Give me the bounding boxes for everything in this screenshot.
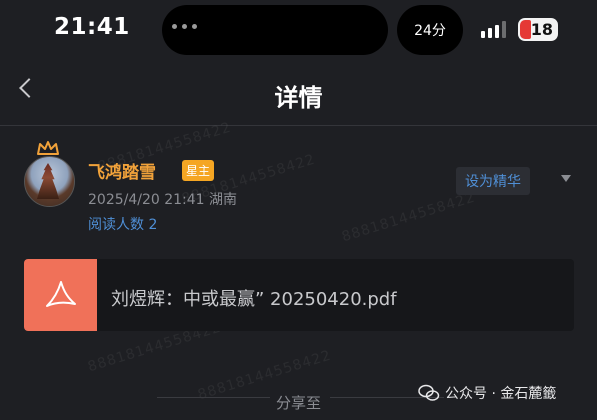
- more-dropdown-icon[interactable]: [561, 175, 571, 182]
- battery-level: 18: [530, 20, 553, 39]
- role-badge: 星主: [182, 160, 215, 181]
- source-label: 公众号 · 金石麓籤: [445, 386, 557, 402]
- post-meta: 2025/4/20 21:41 湖南: [88, 192, 238, 208]
- author-name[interactable]: 飞鸿踏雪: [88, 158, 156, 183]
- signal-icon: [481, 21, 506, 38]
- read-count[interactable]: 阅读人数 2: [88, 214, 157, 234]
- wechat-source-watermark: 公众号 · 金石麓籤: [418, 383, 556, 403]
- status-time: 21:41: [54, 14, 130, 40]
- dynamic-island: [162, 5, 388, 55]
- attachment-file-name[interactable]: 刘煜辉：中或最赢” 20250420.pdf: [111, 285, 397, 311]
- timer-pill: 24分: [397, 5, 463, 55]
- header-divider: [0, 125, 597, 126]
- battery-icon: 18: [518, 18, 558, 41]
- set-featured-button[interactable]: 设为精华: [456, 167, 530, 195]
- timer-label: 24分: [414, 23, 446, 39]
- wechat-icon: [418, 384, 440, 401]
- page-title: 详情: [274, 84, 323, 112]
- crown-icon: [37, 141, 59, 155]
- island-dots-icon: [172, 24, 197, 29]
- pdf-file-icon: [24, 259, 97, 331]
- watermark-code: 88818144558422: [340, 189, 478, 246]
